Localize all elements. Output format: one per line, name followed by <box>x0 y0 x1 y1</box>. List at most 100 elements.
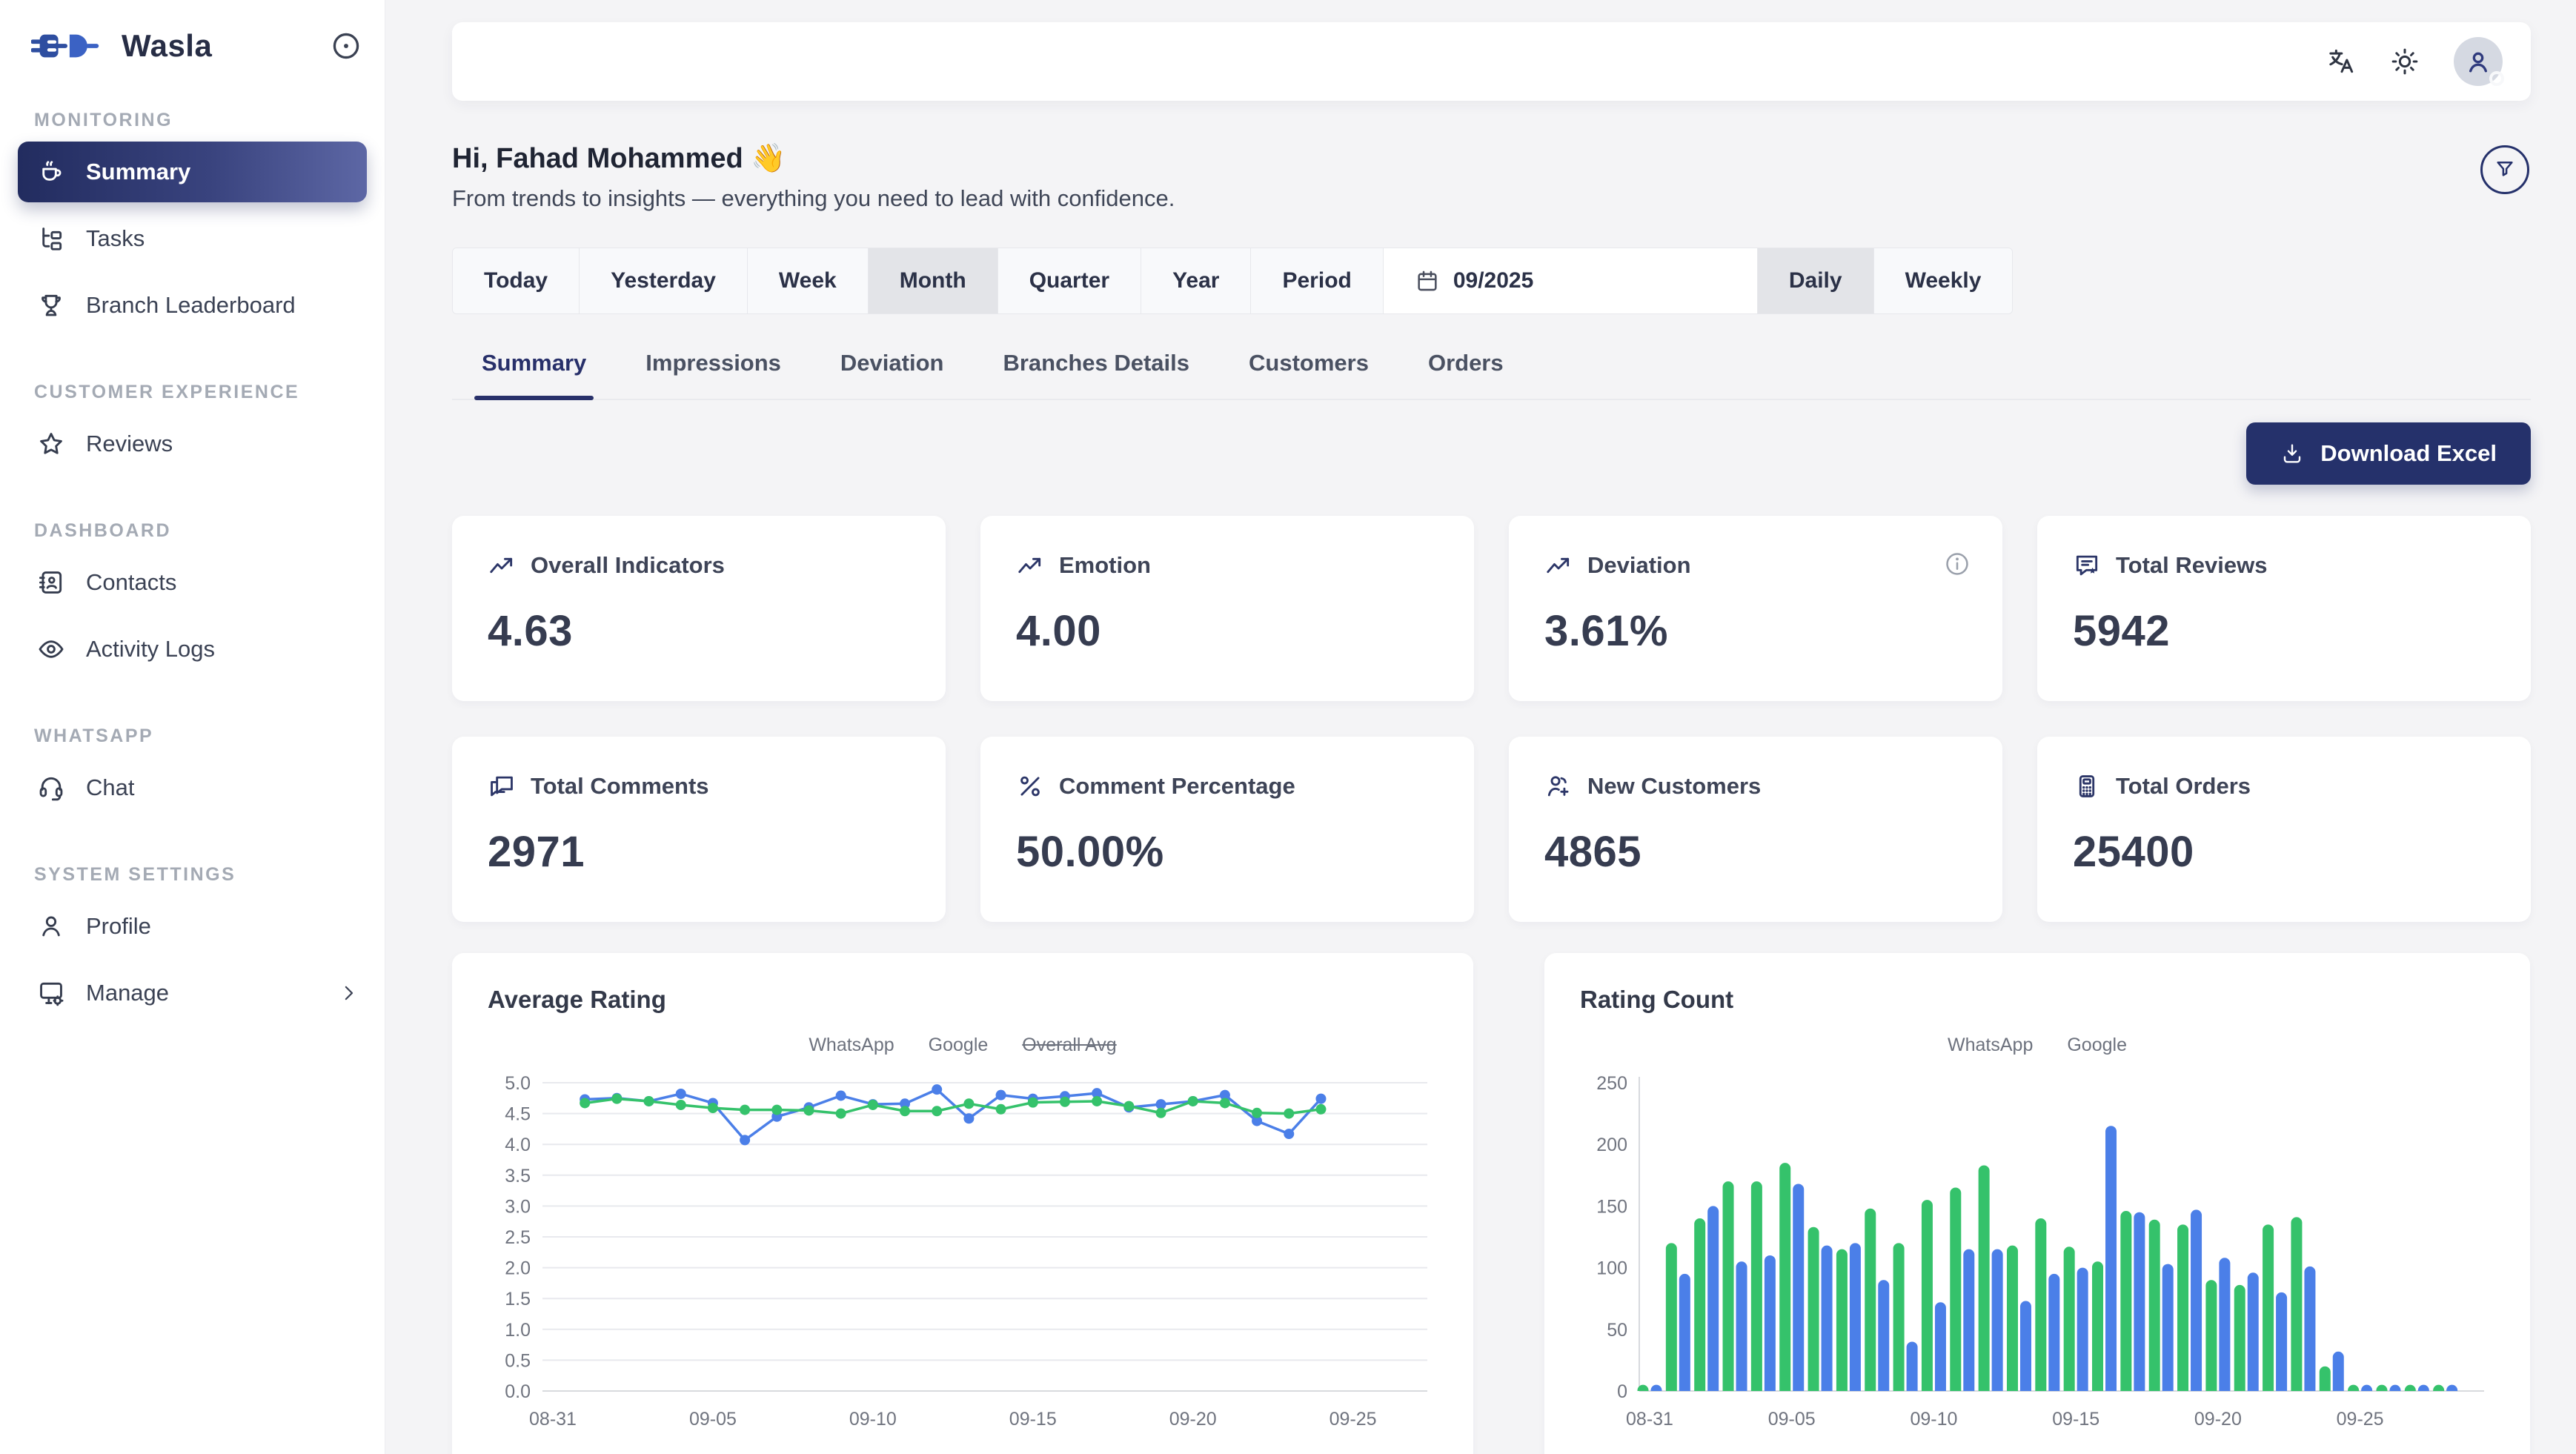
topbar <box>452 22 2531 101</box>
online-status-dot <box>2489 71 2504 86</box>
sidebar-item-branch-leaderboard[interactable]: Branch Leaderboard <box>18 275 367 336</box>
range-button-year[interactable]: Year <box>1141 248 1251 313</box>
range-button-label: Yesterday <box>611 268 716 293</box>
language-icon[interactable] <box>2326 47 2356 76</box>
svg-text:09-25: 09-25 <box>2337 1409 2384 1430</box>
legend-item-whatsapp[interactable]: WhatsApp <box>1948 1035 2033 1056</box>
range-button-label: Week <box>779 268 837 293</box>
sidebar-item-tasks[interactable]: Tasks <box>18 208 367 269</box>
address-book-icon <box>37 568 65 597</box>
granularity-button-daily[interactable]: Daily <box>1758 248 1874 313</box>
sidebar-item-profile[interactable]: Profile <box>18 896 367 957</box>
svg-text:09-05: 09-05 <box>1768 1409 1816 1430</box>
calendar-icon <box>1415 268 1440 293</box>
download-excel-button[interactable]: Download Excel <box>2246 422 2531 485</box>
stat-card-total-reviews: Total Reviews5942 <box>2037 516 2531 701</box>
sidebar-section-label: WHATSAPP <box>34 726 385 747</box>
legend-item-google[interactable]: Google <box>929 1035 989 1056</box>
stat-card-head: Comment Percentage <box>1016 772 1438 800</box>
tab-customers[interactable]: Customers <box>1247 342 1370 399</box>
granularity-button-label: Daily <box>1789 268 1842 293</box>
stat-card-title: New Customers <box>1587 773 1761 800</box>
range-button-yesterday[interactable]: Yesterday <box>580 248 748 313</box>
svg-text:1.5: 1.5 <box>505 1289 531 1309</box>
sidebar-item-activity-logs[interactable]: Activity Logs <box>18 619 367 680</box>
sidebar-item-chat[interactable]: Chat <box>18 757 367 818</box>
sidebar-nav: MONITORINGSummaryTasksBranch Leaderboard… <box>0 110 385 1023</box>
legend-item-overall-avg[interactable]: Overall Avg <box>1022 1035 1116 1056</box>
report-tabs: Summary Impressions Deviation Branches Deta… <box>452 342 2531 400</box>
sidebar-item-summary[interactable]: Summary <box>18 142 367 202</box>
svg-text:2.5: 2.5 <box>505 1227 531 1248</box>
info-icon[interactable] <box>1943 550 1971 578</box>
svg-text:3.5: 3.5 <box>505 1166 531 1186</box>
sidebar-logo-row: Wasla <box>0 0 385 64</box>
main-content: Hi, Fahad Mohammed 👋 From trends to insi… <box>385 0 2576 1454</box>
svg-text:2.0: 2.0 <box>505 1258 531 1279</box>
funnel-icon <box>2494 158 2516 182</box>
sidebar-item-reviews[interactable]: Reviews <box>18 414 367 474</box>
review-star-icon <box>2073 551 2101 580</box>
date-picker-field[interactable]: 09/2025 <box>1384 248 1758 313</box>
receipt-icon <box>2073 772 2101 800</box>
chart-plot: 05010015020025008-3109-0509-1009-1509-20… <box>1580 1060 2494 1454</box>
download-icon <box>2280 442 2304 465</box>
charts-row: Average RatingWhatsAppGoogleOverall Avg0… <box>452 953 2531 1454</box>
range-button-month[interactable]: Month <box>869 248 998 313</box>
coffee-icon <box>37 158 65 186</box>
legend-item-google[interactable]: Google <box>2067 1035 2127 1056</box>
range-button-today[interactable]: Today <box>453 248 580 313</box>
legend-item-whatsapp[interactable]: WhatsApp <box>809 1035 894 1056</box>
stat-card-head: Emotion <box>1016 551 1438 580</box>
chart-canvas: 0.00.51.01.52.02.53.03.54.04.55.008-3109… <box>488 1060 1438 1454</box>
tab-deviation[interactable]: Deviation <box>839 342 946 399</box>
svg-text:5.0: 5.0 <box>505 1073 531 1094</box>
stat-card-total-comments: Total Comments 2971 <box>452 737 946 922</box>
sidebar-item-label: Manage <box>86 980 169 1006</box>
svg-text:3.0: 3.0 <box>505 1196 531 1217</box>
svg-text:08-31: 08-31 <box>1626 1409 1673 1430</box>
sidebar-item-label: Chat <box>86 774 134 801</box>
chart-legend: WhatsApp Google <box>1580 1035 2494 1056</box>
sidebar-item-label: Summary <box>86 159 190 185</box>
tab-summary[interactable]: Summary <box>480 342 588 399</box>
svg-text:09-25: 09-25 <box>1330 1409 1377 1430</box>
stat-card-value: 4.00 <box>1016 606 1438 656</box>
stat-card-value: 4.63 <box>488 606 910 656</box>
theme-sun-icon[interactable] <box>2390 47 2420 76</box>
monitor-gear-icon <box>37 979 65 1007</box>
chart-card-rating-count: Rating CountWhatsAppGoogle05010015020025… <box>1544 953 2530 1454</box>
svg-text:08-31: 08-31 <box>529 1409 577 1430</box>
stat-card-new-customers: New Customers4865 <box>1509 737 2002 922</box>
filters-button[interactable] <box>2480 145 2529 194</box>
sidebar-item-label: Tasks <box>86 225 145 252</box>
trophy-icon <box>37 291 65 319</box>
sidebar-item-contacts[interactable]: Contacts <box>18 552 367 613</box>
user-avatar[interactable] <box>2454 37 2503 86</box>
stat-card-title: Total Comments <box>531 773 709 800</box>
range-button-period[interactable]: Period <box>1251 248 1383 313</box>
date-filter-group: Today Yesterday Week MonthQuarterYearPeriod… <box>452 248 2013 314</box>
range-button-week[interactable]: Week <box>748 248 869 313</box>
download-row: Download Excel <box>452 422 2531 485</box>
sidebar-toggle-button[interactable] <box>330 30 362 62</box>
tab-branches-details[interactable]: Branches Details <box>1001 342 1191 399</box>
range-button-quarter[interactable]: Quarter <box>998 248 1141 313</box>
greeting-section: Hi, Fahad Mohammed 👋 From trends to insi… <box>452 142 2531 212</box>
stat-card-overall-indicators: Overall Indicators4.63 <box>452 516 946 701</box>
stat-card-comment-percentage: Comment Percentage50.00% <box>980 737 1474 922</box>
stat-card-value: 2971 <box>488 827 910 877</box>
sidebar-item-manage[interactable]: Manage <box>18 963 367 1023</box>
tab-impressions[interactable]: Impressions <box>644 342 783 399</box>
stat-card-head: Deviation <box>1544 551 1967 580</box>
chart-card-average-rating: Average RatingWhatsAppGoogleOverall Avg0… <box>452 953 1473 1454</box>
stat-card-head: New Customers <box>1544 772 1967 800</box>
sidebar-item-label: Branch Leaderboard <box>86 292 296 319</box>
tab-orders[interactable]: Orders <box>1427 342 1505 399</box>
download-excel-label: Download Excel <box>2320 440 2497 467</box>
granularity-button-weekly[interactable]: Weekly <box>1874 248 2013 313</box>
sidebar-item-label: Activity Logs <box>86 636 215 663</box>
user-plus-icon <box>1544 772 1573 800</box>
svg-text:1.0: 1.0 <box>505 1320 531 1341</box>
greeting-subtitle: From trends to insights — everything you… <box>452 185 2531 212</box>
